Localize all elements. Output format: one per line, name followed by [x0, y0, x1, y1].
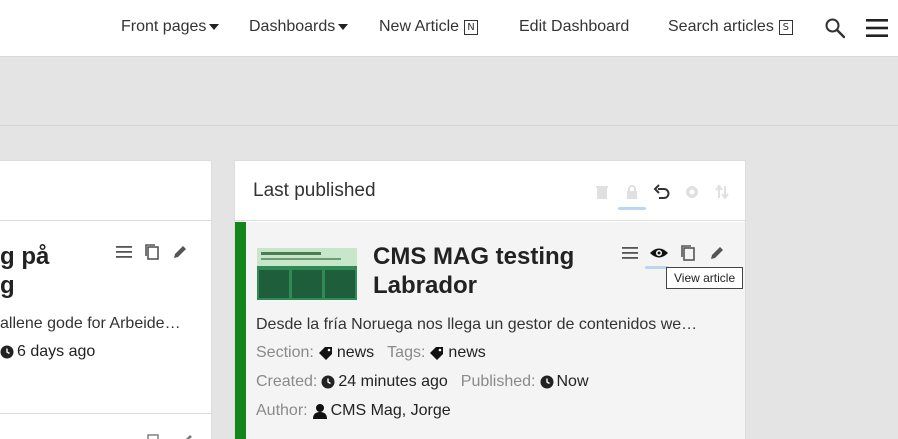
created-value-text: 24 minutes ago	[338, 373, 448, 390]
section-value[interactable]: news	[318, 344, 374, 362]
article-author: Author: CMS Mag, Jorge	[256, 402, 464, 420]
copy-icon[interactable]	[146, 430, 160, 439]
caret-down-icon	[209, 24, 220, 30]
new-article-label: New Article	[379, 18, 460, 35]
published-status-bar	[235, 222, 246, 439]
created-value: 24 minutes ago	[321, 373, 448, 391]
left-card-header	[0, 161, 211, 221]
menu-icon[interactable]	[619, 242, 641, 264]
left-article-time: 6 days ago	[0, 343, 95, 361]
edit-dashboard-label: Edit Dashboard	[519, 18, 630, 35]
active-tool-indicator	[618, 207, 646, 210]
left-title-line1: g på	[0, 243, 50, 270]
left-article-excerpt: allene gode for Arbeide…	[0, 315, 181, 332]
section-label: Section:	[256, 344, 314, 361]
edit-pencil-icon[interactable]	[170, 242, 190, 267]
eye-icon[interactable]	[648, 242, 670, 264]
search-icon[interactable]	[822, 15, 848, 41]
article-excerpt: Desde la fría Noruega nos llega un gesto…	[256, 316, 698, 333]
search-articles-label: Search articles	[668, 18, 774, 35]
tag-icon	[429, 346, 445, 360]
published-value-text: Now	[556, 373, 589, 390]
tags-value-text: news	[448, 344, 486, 361]
dashboards-label: Dashboards	[249, 18, 336, 35]
article-item[interactable]: CMS MAG testing Labrador View article De…	[235, 222, 745, 439]
clock-icon	[0, 345, 14, 359]
author-value-text: CMS Mag, Jorge	[330, 402, 451, 419]
left-article-title[interactable]: g på g	[0, 242, 49, 300]
view-article-tooltip: View article	[666, 267, 744, 289]
copy-icon[interactable]	[677, 242, 699, 264]
trash-icon[interactable]	[591, 181, 613, 203]
edit-dashboard-link[interactable]: Edit Dashboard	[519, 17, 629, 37]
created-label: Created:	[256, 373, 318, 390]
author-value[interactable]: CMS Mag, Jorge	[312, 402, 451, 420]
article-tools	[619, 242, 728, 264]
article-dates: Created: 24 minutes ago Published: Now	[256, 373, 602, 391]
edit-pencil-icon[interactable]	[180, 430, 194, 439]
edit-pencil-icon[interactable]	[706, 242, 728, 264]
published-value: Now	[540, 373, 589, 391]
tag-icon	[318, 346, 334, 360]
last-published-card: Last published CMS MAG testing Labrador …	[234, 160, 746, 439]
search-articles-link[interactable]: Search articles S	[668, 17, 793, 37]
section-value-text: news	[336, 344, 375, 361]
header-band	[0, 58, 898, 126]
lock-icon[interactable]	[621, 181, 643, 203]
menu-icon[interactable]	[114, 242, 134, 267]
sort-icon[interactable]	[711, 181, 733, 203]
article-section-tags: Section: news Tags: news	[256, 344, 499, 362]
settings-icon[interactable]	[681, 181, 703, 203]
clock-icon	[321, 375, 335, 389]
card-title: Last published	[253, 180, 376, 201]
card-header-tools	[591, 181, 733, 203]
left-next-tools	[146, 430, 194, 439]
tags-label: Tags:	[387, 344, 426, 361]
caret-down-icon	[338, 24, 349, 30]
clock-icon	[540, 375, 554, 389]
article-title[interactable]: CMS MAG testing Labrador	[373, 242, 593, 300]
card-header: Last published	[235, 161, 745, 221]
front-pages-label: Front pages	[121, 18, 207, 35]
top-navbar: Front pages Dashboards New Article N Edi…	[0, 0, 898, 57]
left-title-line2: g	[0, 272, 15, 299]
new-article-link[interactable]: New Article N	[379, 17, 479, 37]
front-pages-menu[interactable]: Front pages	[121, 17, 220, 37]
hamburger-menu-icon[interactable]	[864, 15, 890, 41]
left-article-tools	[114, 242, 190, 267]
copy-icon[interactable]	[142, 242, 162, 267]
undo-icon[interactable]	[651, 181, 673, 203]
shortcut-key-s: S	[778, 19, 793, 35]
author-label: Author:	[256, 402, 308, 419]
article-thumbnail[interactable]	[257, 248, 357, 300]
published-label: Published:	[460, 373, 536, 390]
left-divider	[0, 413, 211, 414]
user-icon	[312, 403, 328, 419]
dashboards-menu[interactable]: Dashboards	[249, 17, 349, 37]
left-time-value: 6 days ago	[17, 343, 96, 360]
tags-value[interactable]: news	[429, 344, 486, 362]
shortcut-key-n: N	[464, 19, 479, 35]
